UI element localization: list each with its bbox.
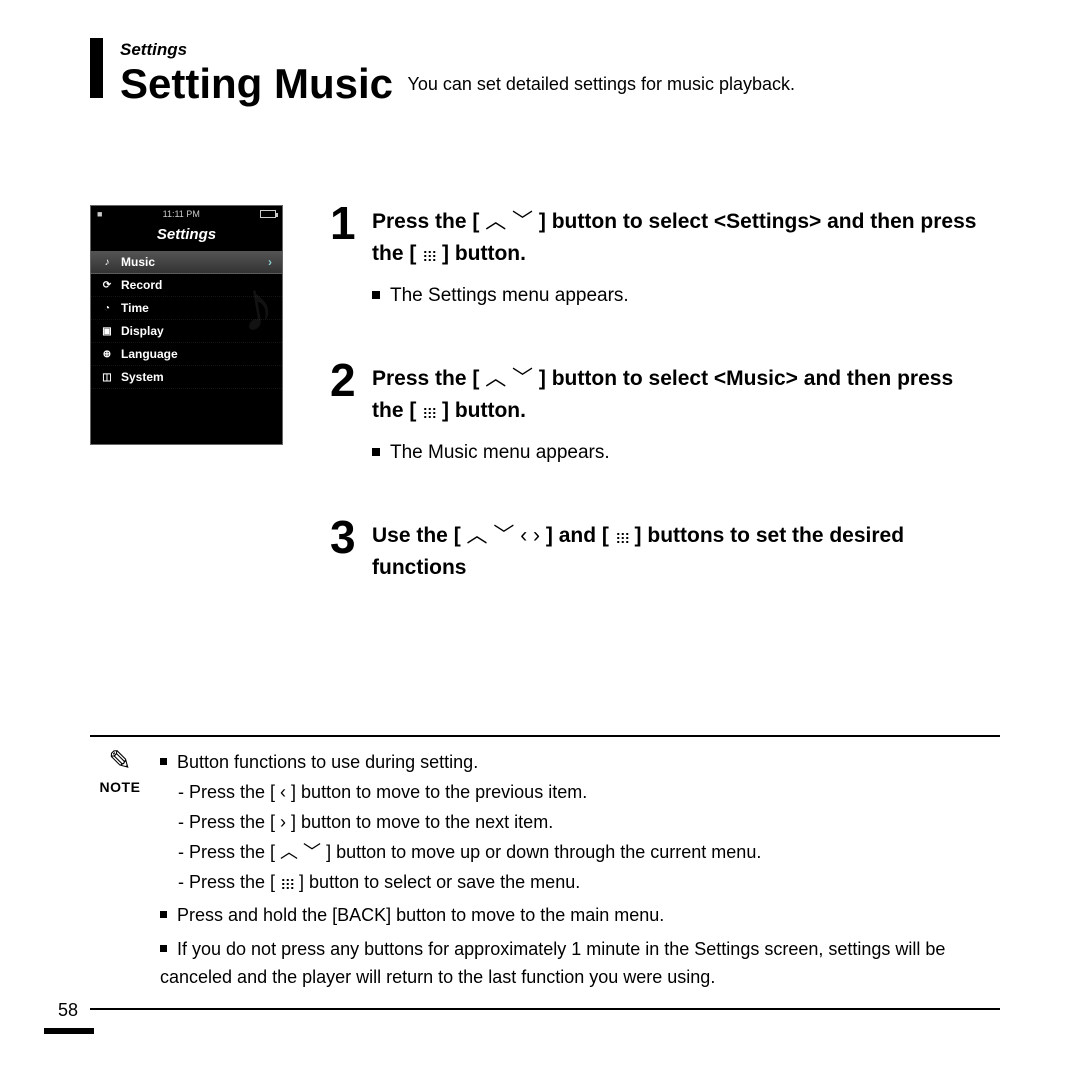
note-content: Button functions to use during setting. … [160, 749, 1000, 992]
up-down-icon: ︿ ﹀ [280, 842, 321, 862]
steps: 1 Press the [ ︿ ﹀ ] button to select <Se… [330, 200, 990, 633]
statusbar-play-icon: ■ [97, 209, 102, 219]
note-line: Press and hold the [BACK] button to move… [160, 902, 1000, 930]
statusbar-time: 11:11 PM [163, 209, 200, 219]
language-icon: ⊕ [101, 349, 113, 360]
bullet-icon [372, 291, 380, 299]
device-item-record: ⟳ Record [91, 274, 282, 297]
device-item-label: Language [121, 347, 178, 361]
device-item-language: ⊕ Language [91, 343, 282, 366]
device-screenshot: ■ 11:11 PM Settings ♪ ♪ Music › ⟳ Record… [90, 205, 283, 445]
up-down-icon: ︿ ﹀ [485, 210, 533, 233]
device-item-system: ◫ System [91, 366, 282, 389]
grid-icon [615, 531, 629, 543]
page-content: Settings Setting Music You can set detai… [90, 40, 1000, 108]
device-item-label: System [121, 370, 164, 384]
step-title: Press the [ ︿ ﹀ ] button to select <Sett… [372, 206, 990, 269]
step-number: 1 [330, 200, 364, 307]
device-menu-list: ♪ Music › ⟳ Record ◔ Time ▣ Display ⊕ La… [91, 251, 282, 389]
device-item-label: Record [121, 278, 162, 292]
bullet-icon [160, 945, 167, 952]
step-3: 3 Use the [ ︿ ﹀ ‹ › ] and [ ] buttons to… [330, 514, 990, 583]
grid-icon [422, 249, 436, 261]
step-sub: The Music menu appears. [372, 442, 990, 464]
note-subline: - Press the [ › ] button to move to the … [178, 809, 1000, 837]
note-line: Button functions to use during setting. [160, 749, 1000, 777]
step-number: 3 [330, 514, 364, 583]
nav-arrows-icon: ︿ ﹀ ‹ › [467, 524, 541, 547]
step-title: Use the [ ︿ ﹀ ‹ › ] and [ ] buttons to s… [372, 520, 990, 583]
chevron-right-icon: › [268, 255, 272, 269]
step-number: 2 [330, 357, 364, 464]
device-screen-title: Settings [91, 220, 282, 251]
page-title: Setting Music [120, 60, 393, 107]
record-icon: ⟳ [101, 280, 113, 291]
page-number: 58 [58, 1000, 78, 1021]
step-title: Press the [ ︿ ﹀ ] button to select <Musi… [372, 363, 990, 426]
system-icon: ◫ [101, 372, 113, 383]
note-subline: - Press the [ ‹ ] button to move to the … [178, 779, 1000, 807]
device-statusbar: ■ 11:11 PM [91, 206, 282, 220]
music-icon: ♪ [101, 257, 113, 268]
footer-accent-bar [44, 1028, 94, 1034]
note-label: NOTE [90, 777, 150, 799]
page-subtitle: You can set detailed settings for music … [407, 74, 795, 94]
device-item-time: ◔ Time [91, 297, 282, 320]
device-item-display: ▣ Display [91, 320, 282, 343]
display-icon: ▣ [101, 326, 113, 337]
step-sub: The Settings menu appears. [372, 285, 990, 307]
step-2: 2 Press the [ ︿ ﹀ ] button to select <Mu… [330, 357, 990, 464]
device-item-label: Time [121, 301, 149, 315]
grid-icon [280, 877, 294, 889]
bullet-icon [160, 758, 167, 765]
step-1: 1 Press the [ ︿ ﹀ ] button to select <Se… [330, 200, 990, 307]
device-item-label: Music [121, 255, 155, 269]
bullet-icon [372, 448, 380, 456]
note-subline: - Press the [ ︿ ﹀ ] button to move up or… [178, 839, 1000, 867]
note-subline: - Press the [ ] button to select or save… [178, 869, 1000, 897]
section-label: Settings [120, 40, 1000, 60]
device-item-label: Display [121, 324, 164, 338]
note-line: If you do not press any buttons for appr… [160, 936, 1000, 992]
note-icon-column: ✎ NOTE [90, 747, 150, 799]
header: Settings Setting Music You can set detai… [120, 40, 1000, 108]
bullet-icon [160, 911, 167, 918]
grid-icon [422, 406, 436, 418]
time-icon: ◔ [101, 303, 113, 314]
battery-icon [260, 210, 276, 218]
note-block: ✎ NOTE Button functions to use during se… [90, 735, 1000, 1010]
device-item-music: ♪ Music › [91, 251, 282, 274]
up-down-icon: ︿ ﹀ [485, 367, 533, 390]
note-pencil-icon: ✎ [90, 747, 150, 775]
